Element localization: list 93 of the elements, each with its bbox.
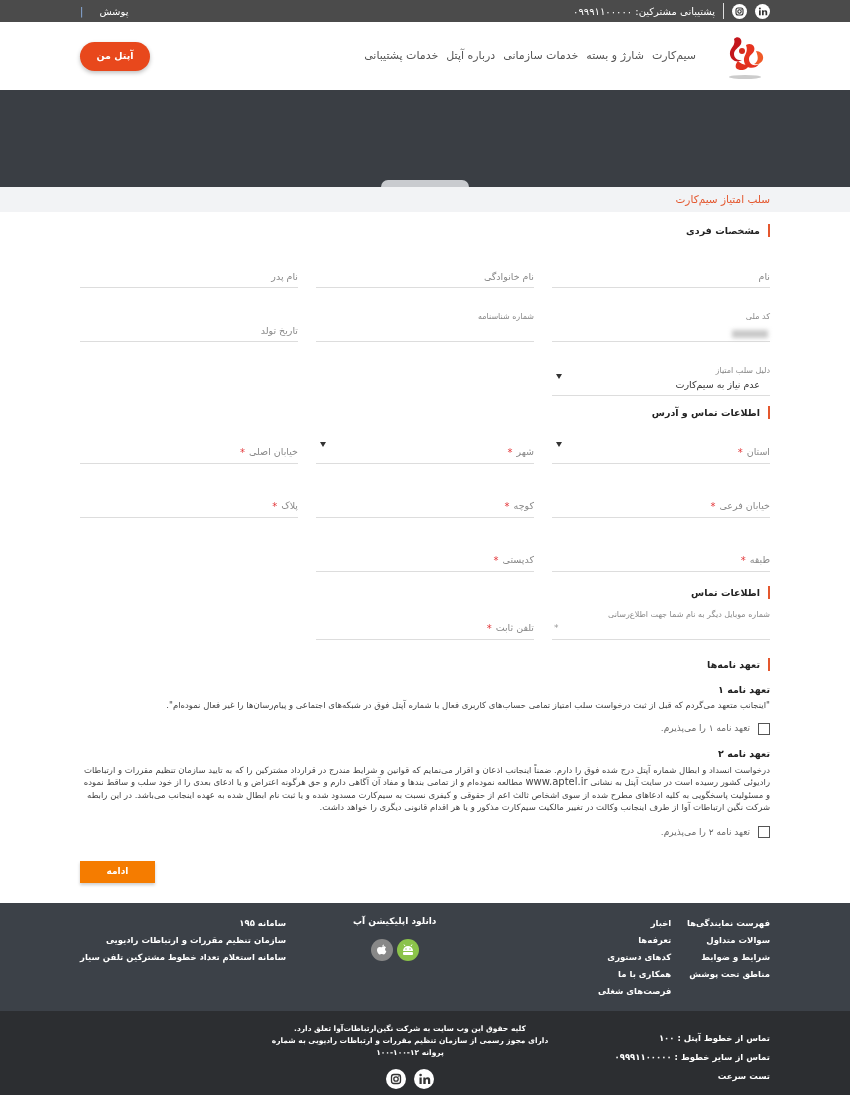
caret-icon: [556, 374, 562, 379]
field-placeholder: نام پدر: [271, 269, 298, 284]
footer-link[interactable]: فهرست نمایندگی‌ها: [671, 915, 770, 932]
required-mark: *: [486, 622, 492, 636]
field-label: شماره موبایل دیگر به نام شما جهت اطلاع‌رسانی: [607, 609, 770, 621]
coverage-link[interactable]: پوشش: [99, 3, 129, 19]
separator-text: |: [80, 4, 84, 19]
field-placeholder: تلفن ثابت: [495, 621, 534, 636]
input-field[interactable]: کد ملی: [552, 311, 770, 342]
input-field[interactable]: نام پدر: [80, 257, 298, 288]
commitment-text: "اینجانب متعهد می‌گردم که قبل از ثبت درخواست سلب امتیاز تمامی حساب‌های کاربری فعال با شماره آپتل فوق در شبکه‌های اجتماعی و پیام‌رسان‌ها را غیر فعال نموده‌ام".: [165, 699, 770, 712]
nav-link[interactable]: سیم‌کارت: [651, 47, 696, 65]
field-placeholder: نام: [758, 269, 770, 284]
field-placeholder: خیابان فرعی: [719, 499, 770, 514]
required-mark: *: [493, 554, 499, 568]
nav-link[interactable]: شارژ و بسته: [586, 47, 644, 65]
field-placeholder: نام خانوادگی: [483, 269, 534, 284]
field-placeholder: کوچه: [513, 499, 534, 514]
linkedin-icon[interactable]: [414, 1069, 434, 1089]
section-title: اطلاعات تماس: [691, 586, 770, 599]
section-title: مشخصات فردی: [686, 224, 770, 237]
checkbox-label: تعهد نامه ۲ را می‌پذیرم.: [660, 825, 750, 839]
footer-link[interactable]: شرایط و ضوابط: [671, 949, 770, 966]
field-placeholder: کدپستی: [502, 553, 534, 568]
input-field[interactable]: کدپستی *: [316, 541, 534, 572]
field-value: عدم نیاز به سیم‌کارت: [674, 377, 761, 392]
nav-link[interactable]: خدمات پشتیبانی: [364, 47, 439, 65]
page-title: سلب امتیاز سیم‌کارت: [675, 191, 770, 208]
checkbox-label: تعهد نامه ۱ را می‌پذیرم.: [660, 721, 750, 735]
android-icon[interactable]: [396, 938, 419, 961]
select-field[interactable]: شهر *: [316, 433, 534, 464]
field-label: کد ملی: [745, 311, 770, 323]
select-field[interactable]: استان *: [552, 433, 770, 464]
section-title: تعهد نامه‌ها: [707, 658, 770, 671]
field-placeholder: تاریخ تولد: [260, 323, 298, 338]
support-phone-text: پشتیبانی مشترکین: ۰۹۹۹۱۱۰۰۰۰۰: [573, 4, 715, 19]
footer-link[interactable]: تست سرعت: [570, 1067, 770, 1086]
footer-link[interactable]: سامانه استعلام تعداد خطوط مشترکین تلفن سیار: [80, 949, 287, 966]
footer-link[interactable]: سوالات متداول: [671, 932, 770, 949]
input-field[interactable]: خیابان فرعی *: [552, 487, 770, 518]
required-mark: *: [740, 554, 746, 568]
footer-heading: دانلود اپلیکیشن آپ: [353, 915, 437, 929]
my-account-button[interactable]: آپتل من: [80, 41, 150, 71]
field-placeholder: استان: [746, 445, 770, 460]
footer-link[interactable]: تعرفه‌ها: [503, 932, 672, 949]
input-field[interactable]: تلفن ثابت *: [316, 609, 534, 640]
linkedin-icon[interactable]: [755, 3, 770, 19]
commitment-title: تعهد نامه ۲: [717, 747, 770, 762]
footer-link[interactable]: تماس از سایر خطوط : ۰۹۹۹۱۱۰۰۰۰۰: [570, 1048, 770, 1067]
website-link[interactable]: www.aptel.ir: [525, 776, 588, 787]
input-field[interactable]: شماره شناسنامه: [316, 311, 534, 342]
select-field[interactable]: دلیل سلب امتیاز عدم نیاز به سیم‌کارت: [552, 365, 770, 396]
field-placeholder: طبقه: [749, 553, 770, 568]
footer-link[interactable]: سازمان تنظیم مقررات و ارتباطات رادیویی: [80, 932, 287, 949]
nav-link[interactable]: درباره آپتل: [446, 47, 496, 65]
section-title: اطلاعات تماس و آدرس: [651, 406, 770, 419]
footer-link[interactable]: همکاری با ما: [503, 966, 672, 983]
required-mark: *: [240, 446, 246, 460]
field-placeholder: پلاک: [281, 499, 298, 514]
required-mark: *: [507, 446, 513, 460]
footer-link[interactable]: تماس از خطوط آپتل : ۱۰۰: [570, 1029, 770, 1048]
required-mark: *: [504, 500, 510, 514]
input-field[interactable]: نام: [552, 257, 770, 288]
field-placeholder: شهر: [516, 445, 534, 460]
caret-icon: [556, 442, 562, 447]
checkbox[interactable]: [758, 722, 770, 735]
commitment-title: تعهد نامه ۱: [717, 683, 770, 697]
required-mark: *: [710, 500, 716, 514]
input-field[interactable]: تاریخ تولد: [80, 311, 298, 342]
input-field[interactable]: شماره موبایل دیگر به نام شما جهت اطلاع‌رسانی *: [552, 609, 770, 640]
footer-link[interactable]: مناطق تحت پوشش: [671, 966, 770, 983]
input-field[interactable]: خیابان اصلی *: [80, 433, 298, 464]
required-mark: *: [737, 446, 743, 460]
input-field[interactable]: کوچه *: [316, 487, 534, 518]
required-mark: *: [554, 621, 559, 635]
input-field[interactable]: نام خانوادگی: [316, 257, 534, 288]
field-label: شماره شناسنامه: [477, 311, 534, 323]
field-label: دلیل سلب امتیاز: [715, 365, 770, 377]
footer-link[interactable]: کدهای دستوری: [503, 949, 672, 966]
checkbox[interactable]: [758, 826, 770, 839]
footer-link[interactable]: فرصت‌های شغلی: [503, 983, 672, 1000]
caret-icon: [320, 442, 326, 447]
instagram-icon[interactable]: [732, 3, 747, 19]
instagram-icon[interactable]: [386, 1069, 406, 1089]
field-placeholder: خیابان اصلی: [249, 445, 298, 460]
footer-link[interactable]: اخبار: [503, 915, 672, 932]
input-field[interactable]: پلاک *: [80, 487, 298, 518]
apple-icon[interactable]: [370, 938, 393, 961]
footer-link[interactable]: سامانه ۱۹۵: [80, 915, 287, 932]
required-mark: *: [272, 500, 278, 514]
input-field[interactable]: طبقه *: [552, 541, 770, 572]
nav-link[interactable]: خدمات سازمانی: [503, 47, 579, 65]
slider-tab[interactable]: [381, 180, 469, 187]
